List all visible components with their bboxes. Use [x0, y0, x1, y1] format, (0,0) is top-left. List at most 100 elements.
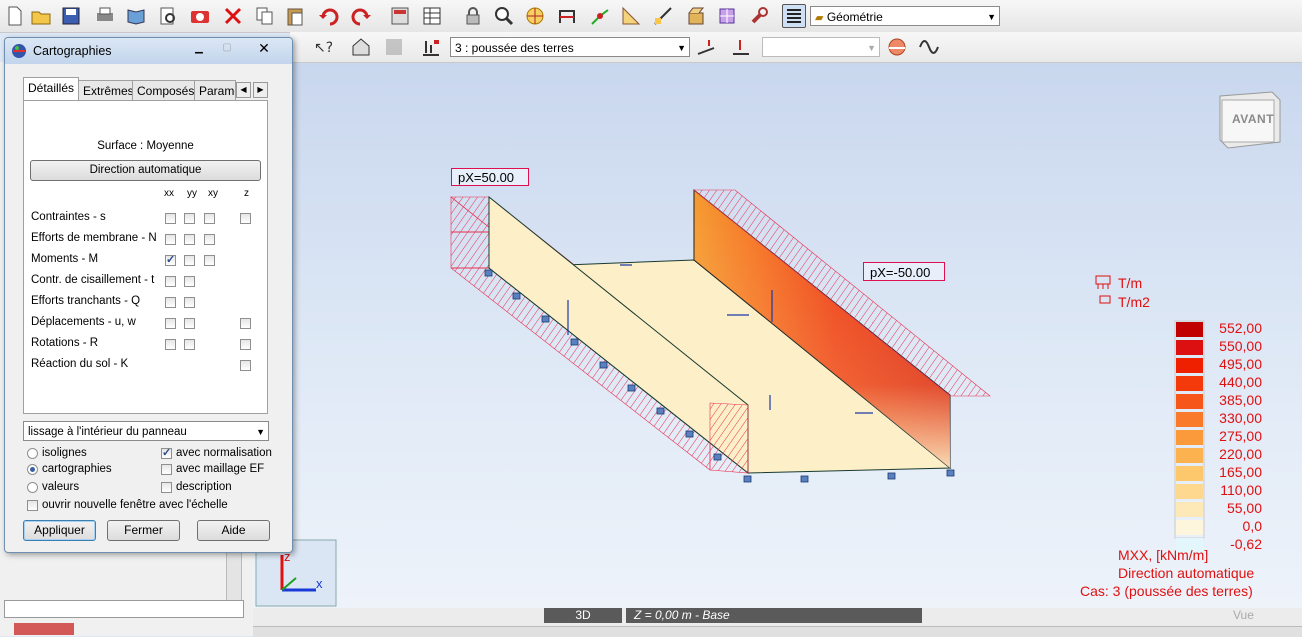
- apply-button[interactable]: Appliquer: [23, 520, 96, 541]
- undo-icon[interactable]: [318, 5, 340, 27]
- zoom-icon[interactable]: [493, 5, 515, 27]
- lock-icon[interactable]: [462, 5, 484, 27]
- checkbox-description-label: description: [176, 481, 232, 493]
- legend-subtitle: Direction automatique: [1118, 565, 1255, 581]
- measure-icon[interactable]: [620, 5, 642, 27]
- checkbox-new-window[interactable]: [27, 500, 38, 511]
- tab-parametres[interactable]: Paramè: [194, 80, 236, 100]
- dialog-titlebar[interactable]: Cartographies ▁ ▢ ✕: [5, 38, 292, 64]
- radio-cartographies[interactable]: [27, 464, 38, 475]
- checkbox-xx[interactable]: [165, 213, 176, 224]
- unit-icons: [1095, 275, 1111, 304]
- maximize-icon[interactable]: ▢: [216, 42, 238, 58]
- command-input[interactable]: [4, 600, 244, 618]
- structure-icon[interactable]: [556, 5, 578, 27]
- book-icon[interactable]: [125, 5, 147, 27]
- calculator-icon[interactable]: [389, 5, 411, 27]
- scrollbar[interactable]: [226, 550, 242, 604]
- minimize-icon[interactable]: ▁: [188, 42, 210, 58]
- section-icon[interactable]: [652, 5, 674, 27]
- wave-icon[interactable]: [918, 36, 940, 58]
- radio-valeurs-label: valeurs: [42, 481, 80, 493]
- checkbox-normalisation-label: avec normalisation: [176, 447, 272, 459]
- paste-icon[interactable]: [284, 5, 306, 27]
- checkbox-yy[interactable]: [184, 276, 195, 287]
- house-frame-icon[interactable]: [350, 36, 372, 58]
- checkbox-yy[interactable]: [184, 318, 195, 329]
- copy-icon[interactable]: [254, 5, 276, 27]
- checkbox-z[interactable]: [240, 360, 251, 371]
- load-case-select[interactable]: 3 : poussée des terres ▼: [450, 37, 690, 57]
- delete-icon[interactable]: [222, 5, 244, 27]
- mesh-icon[interactable]: [716, 5, 738, 27]
- bottom-tools-icon[interactable]: [14, 623, 74, 635]
- camera-icon[interactable]: [189, 5, 211, 27]
- preview-icon[interactable]: [157, 5, 179, 27]
- save-icon[interactable]: [60, 5, 82, 27]
- radio-isolignes[interactable]: [27, 448, 38, 459]
- checkbox-z[interactable]: [240, 318, 251, 329]
- geometry-select[interactable]: ▰ Géométrie ▼: [810, 6, 1000, 26]
- checkbox-yy[interactable]: [184, 213, 195, 224]
- zoom-target-icon[interactable]: [524, 5, 546, 27]
- open-folder-icon[interactable]: [30, 5, 52, 27]
- 3d-viewport[interactable]: pX=50.00 pX=-50.00 AVANT T/m T/m2 x z: [253, 63, 1302, 608]
- checkbox-xx[interactable]: [165, 276, 176, 287]
- grid-icon[interactable]: [383, 36, 405, 58]
- chevron-down-icon: ▼: [677, 43, 686, 53]
- col-header-yy: yy: [187, 188, 197, 199]
- tab-extremes[interactable]: Extrêmes: [78, 80, 139, 100]
- print-icon[interactable]: [94, 5, 116, 27]
- axis-x-label: x: [316, 576, 323, 591]
- new-document-icon[interactable]: [4, 5, 26, 27]
- table-icon[interactable]: [421, 5, 443, 27]
- smoothing-select[interactable]: lissage à l'intérieur du panneau ▼: [23, 421, 269, 441]
- load-up-icon[interactable]: [695, 36, 717, 58]
- material-icon[interactable]: [685, 5, 707, 27]
- checkbox-z[interactable]: [240, 339, 251, 350]
- checkbox-yy[interactable]: [184, 339, 195, 350]
- tab-scroll-right-icon[interactable]: ▶: [253, 82, 268, 98]
- load-case-icon[interactable]: [420, 36, 442, 58]
- checkbox-xx[interactable]: [165, 339, 176, 350]
- redo-icon[interactable]: [350, 5, 372, 27]
- direction-auto-button[interactable]: Direction automatique: [30, 160, 261, 181]
- checkbox-xy[interactable]: [204, 213, 215, 224]
- radio-valeurs[interactable]: [27, 482, 38, 493]
- checkbox-xy[interactable]: [204, 234, 215, 245]
- checkbox-description[interactable]: [161, 482, 172, 493]
- horizontal-scrollbar[interactable]: [253, 626, 1302, 637]
- quantity-row-label: Contraintes - s: [31, 211, 106, 223]
- checkbox-xx[interactable]: [165, 318, 176, 329]
- checkbox-yy[interactable]: [184, 297, 195, 308]
- checkbox-normalisation[interactable]: [161, 446, 172, 459]
- layers-icon[interactable]: [782, 4, 806, 28]
- work-plane[interactable]: Z = 0,00 m - Base: [626, 608, 922, 623]
- main-toolbar: ▰ Géométrie ▼: [0, 0, 1302, 33]
- view-mode-3d[interactable]: 3D: [544, 608, 622, 623]
- checkbox-xx[interactable]: [165, 234, 176, 245]
- help-button[interactable]: Aide: [197, 520, 270, 541]
- legend-title: MXX, [kNm/m]: [1118, 547, 1209, 563]
- checkbox-yy[interactable]: [184, 234, 195, 245]
- settings-wrench-icon[interactable]: [748, 5, 770, 27]
- pointer-help-icon[interactable]: ↖?: [310, 36, 333, 58]
- shading-icon[interactable]: [886, 36, 908, 58]
- combination-select[interactable]: ▼: [762, 37, 880, 57]
- checkbox-yy[interactable]: [184, 255, 195, 266]
- tab-composes[interactable]: Composés: [132, 80, 200, 100]
- tab-scroll-left-icon[interactable]: ◀: [236, 82, 251, 98]
- close-button[interactable]: Fermer: [107, 520, 180, 541]
- checkbox-new-window-label: ouvrir nouvelle fenêtre avec l'échelle: [42, 499, 228, 511]
- checkbox-maillage[interactable]: [161, 464, 172, 475]
- checkbox-xx[interactable]: [165, 253, 176, 266]
- tab-detailles[interactable]: Détaillés: [23, 77, 80, 101]
- checkbox-xy[interactable]: [204, 255, 215, 266]
- checkbox-z[interactable]: [240, 213, 251, 224]
- node-icon[interactable]: [589, 5, 611, 27]
- status-bar: 3D Z = 0,00 m - Base Vue: [253, 608, 1302, 637]
- svg-text:↖?: ↖?: [314, 40, 332, 56]
- checkbox-xx[interactable]: [165, 297, 176, 308]
- load-down-icon[interactable]: [730, 36, 752, 58]
- close-icon[interactable]: ✕: [249, 40, 279, 58]
